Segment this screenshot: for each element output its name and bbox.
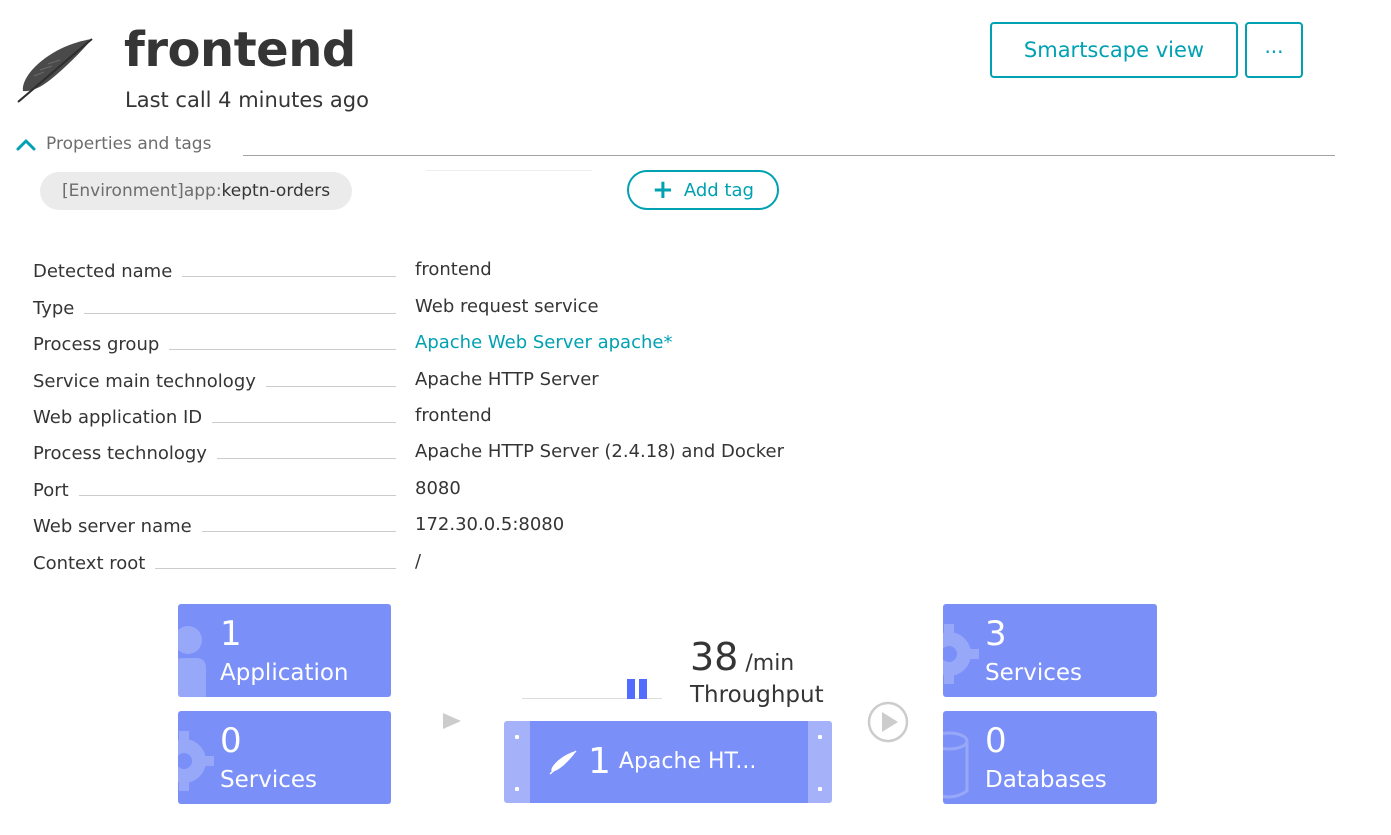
application-count: 1 <box>220 614 242 654</box>
handle-dot <box>818 735 822 739</box>
throughput-number: 38 <box>690 635 739 679</box>
calling-applications-tile[interactable]: 1 Application <box>178 604 391 697</box>
tag-input-line <box>426 170 592 171</box>
property-value: Web request service <box>415 292 599 321</box>
tag-key: [Environment]app: <box>62 181 222 201</box>
property-row: Type Web request service <box>33 286 833 323</box>
databases-count: 0 <box>985 721 1007 761</box>
calling-services-count: 0 <box>220 721 242 761</box>
handle-dot <box>515 735 519 739</box>
throughput-label: Throughput <box>690 682 824 708</box>
property-row: Port 8080 <box>33 468 833 505</box>
handle-dot <box>818 787 822 791</box>
process-group-instance-box[interactable]: 1 Apache HT... <box>504 721 832 803</box>
property-value: frontend <box>415 401 492 430</box>
play-circle-icon[interactable] <box>866 700 910 744</box>
databases-tile[interactable]: 0 Databases <box>943 711 1157 804</box>
gear-icon <box>943 624 979 684</box>
property-label: Service main technology <box>33 367 266 396</box>
property-row: Web application ID frontend <box>33 396 833 432</box>
property-value: 8080 <box>415 474 461 503</box>
property-row: Detected name frontend <box>33 250 833 287</box>
user-icon <box>178 626 206 697</box>
smartscape-view-button[interactable]: Smartscape view <box>990 22 1238 78</box>
application-label: Application <box>220 660 349 686</box>
add-tag-label: Add tag <box>683 179 754 201</box>
databases-label: Databases <box>985 767 1107 793</box>
properties-and-tags-toggle[interactable]: Properties and tags <box>14 132 211 156</box>
property-label: Web application ID <box>33 403 213 432</box>
process-group-link[interactable]: Apache Web Server apache* <box>415 329 673 358</box>
property-label: Web server name <box>33 513 202 542</box>
leader-line <box>33 312 396 314</box>
property-value: frontend <box>415 256 492 285</box>
property-row: Context root / <box>33 541 833 578</box>
throughput-unit: /min <box>738 651 795 676</box>
process-group-instance: 1 Apache HT... <box>530 721 808 803</box>
last-call-text: Last call 4 minutes ago <box>125 88 369 112</box>
property-label: Port <box>33 476 79 505</box>
section-divider <box>243 155 1335 156</box>
add-tag-button[interactable]: + Add tag <box>627 170 779 210</box>
property-label: Process technology <box>33 440 217 469</box>
plus-icon: + <box>652 175 674 205</box>
called-services-count: 3 <box>985 614 1007 654</box>
properties-list: Detected name frontend Type Web request … <box>33 250 833 578</box>
chevron-up-icon <box>16 139 36 151</box>
environment-tag[interactable]: [Environment]app: keptn-orders <box>40 172 353 210</box>
called-services-label: Services <box>985 660 1082 686</box>
property-row: Service main technology Apache HTTP Serv… <box>33 359 833 396</box>
property-row: Web server name 172.30.0.5:8080 <box>33 505 833 542</box>
apache-feather-icon <box>17 38 93 103</box>
property-value: / <box>415 547 422 576</box>
leader-line <box>33 494 396 496</box>
property-label: Detected name <box>33 258 183 287</box>
property-label: Type <box>33 294 85 323</box>
calling-services-label: Services <box>220 767 317 793</box>
handle-dot <box>515 787 519 791</box>
throughput-sparkline-bar <box>627 679 635 699</box>
property-value: 172.30.0.5:8080 <box>415 511 565 540</box>
called-services-tile[interactable]: 3 Services <box>943 604 1157 697</box>
property-row: Process group Apache Web Server apache* <box>33 323 833 360</box>
more-options-button[interactable]: ... <box>1245 22 1303 78</box>
apache-feather-icon <box>549 750 577 775</box>
property-label: Context root <box>33 549 156 578</box>
process-name: Apache HT... <box>618 749 757 774</box>
property-label: Process group <box>33 331 170 360</box>
property-value: Apache HTTP Server (2.4.18) and Docker <box>415 438 785 467</box>
property-value: Apache HTTP Server <box>415 365 599 394</box>
gear-icon <box>178 731 214 791</box>
process-count: 1 <box>588 741 611 782</box>
property-row: Process technology Apache HTTP Server (2… <box>33 432 833 469</box>
throughput-sparkline-bar <box>639 679 647 699</box>
arrow-right-icon <box>443 713 461 729</box>
calling-services-tile[interactable]: 0 Services <box>178 711 391 804</box>
tag-value: keptn-orders <box>221 181 331 201</box>
properties-and-tags-label: Properties and tags <box>46 134 212 154</box>
page-title: frontend <box>124 22 356 78</box>
database-icon <box>943 731 969 799</box>
